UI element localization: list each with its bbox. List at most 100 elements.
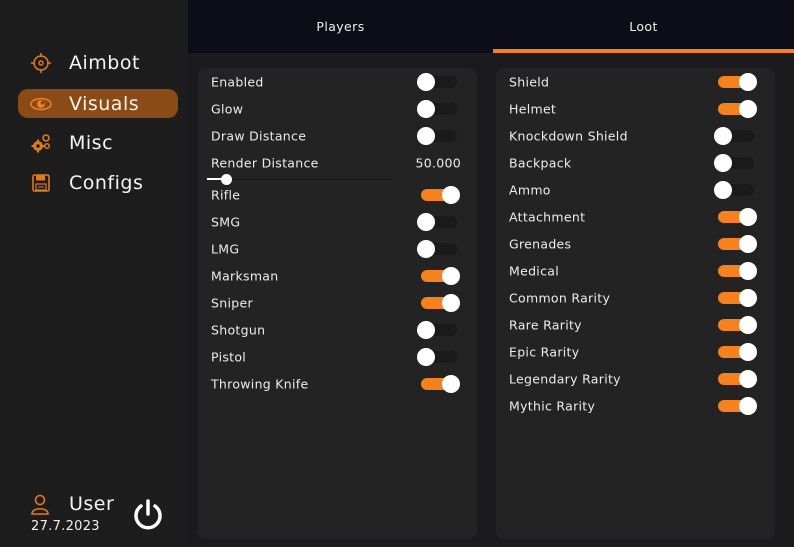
grenades-toggle[interactable] — [714, 234, 757, 254]
loot-settings-panel: Shield Helmet Knockdown Shield Backpack Ammo… — [496, 68, 775, 539]
toggle-row-epic-rarity: Epic Rarity — [496, 338, 775, 365]
tab-label: Players — [316, 19, 365, 34]
toggle-knob — [417, 126, 435, 145]
toggle-knob — [417, 320, 435, 339]
toggle-label: Grenades — [509, 236, 572, 251]
toggle-label: Epic Rarity — [509, 344, 580, 359]
toggle-row-backpack: Backpack — [496, 149, 775, 176]
render-distance-row: Render Distance 50.000 — [198, 149, 477, 176]
gears-icon — [30, 132, 52, 154]
toggle-row-medical: Medical — [496, 257, 775, 284]
toggle-row-rare-rarity: Rare Rarity — [496, 311, 775, 338]
rare-rarity-toggle[interactable] — [714, 315, 757, 335]
sidebar-item-misc[interactable]: Misc — [18, 128, 178, 157]
rifle-toggle[interactable] — [417, 185, 460, 205]
toggle-label: Helmet — [509, 101, 557, 116]
toggle-knob — [739, 234, 757, 253]
shield-toggle[interactable] — [714, 72, 757, 92]
toggle-knob — [442, 293, 460, 312]
sidebar-item-label: Configs — [69, 171, 144, 194]
helmet-toggle[interactable] — [714, 99, 757, 119]
toggle-label: Draw Distance — [211, 128, 307, 143]
common-rarity-toggle[interactable] — [714, 288, 757, 308]
toggle-knob — [442, 266, 460, 285]
toggle-row-shotgun: Shotgun — [198, 316, 477, 343]
ammo-toggle[interactable] — [714, 180, 756, 200]
toggle-label: Marksman — [211, 268, 279, 283]
toggle-knob — [714, 153, 732, 172]
smg-toggle[interactable] — [417, 212, 459, 232]
toggle-label: Enabled — [211, 74, 264, 89]
toggle-knob — [739, 315, 757, 334]
glow-toggle[interactable] — [417, 99, 459, 119]
toggle-label: Glow — [211, 101, 244, 116]
toggle-label: Backpack — [509, 155, 572, 170]
toggle-row-common-rarity: Common Rarity — [496, 284, 775, 311]
pistol-toggle[interactable] — [417, 347, 459, 367]
sniper-toggle[interactable] — [417, 293, 460, 313]
draw-distance-toggle[interactable] — [417, 126, 459, 146]
shotgun-toggle[interactable] — [417, 320, 459, 340]
eye-icon — [30, 93, 52, 115]
throwing-knife-toggle[interactable] — [417, 374, 460, 394]
toggle-label: Rare Rarity — [509, 317, 582, 332]
legendary-rarity-toggle[interactable] — [714, 369, 757, 389]
backpack-toggle[interactable] — [714, 153, 756, 173]
toggle-row-enabled: Enabled — [198, 68, 477, 95]
toggle-row-mythic-rarity: Mythic Rarity — [496, 392, 775, 419]
toggle-row-rifle: Rifle — [198, 181, 477, 208]
toggle-label: Common Rarity — [509, 290, 611, 305]
toggle-knob — [417, 347, 435, 366]
knockdown-shield-toggle[interactable] — [714, 126, 756, 146]
sidebar-item-configs[interactable]: Configs — [18, 168, 178, 197]
players-settings-panel: Enabled Glow Draw Distance Render Distan… — [198, 68, 477, 539]
toggle-knob — [417, 239, 435, 258]
toggle-label: SMG — [211, 214, 241, 229]
toggle-label: Legendary Rarity — [509, 371, 621, 386]
sidebar: Aimbot Visuals Misc Configs User 27.7.20… — [0, 0, 188, 547]
toggle-label: Attachment — [509, 209, 586, 224]
toggle-label: Sniper — [211, 295, 253, 310]
toggle-row-smg: SMG — [198, 208, 477, 235]
toggle-row-throwing-knife: Throwing Knife — [198, 370, 477, 397]
toggle-row-ammo: Ammo — [496, 176, 775, 203]
toggle-knob — [739, 342, 757, 361]
power-button[interactable] — [131, 497, 165, 533]
user-info: User 27.7.2023 — [0, 490, 188, 547]
tab-label: Loot — [629, 19, 658, 34]
toggle-row-legendary-rarity: Legendary Rarity — [496, 365, 775, 392]
crosshair-icon — [30, 52, 52, 74]
medical-toggle[interactable] — [714, 261, 757, 281]
toggle-knob — [417, 99, 435, 118]
toggle-label: LMG — [211, 241, 240, 256]
tab-loot[interactable]: Loot — [493, 0, 794, 53]
toggle-knob — [739, 72, 757, 91]
slider-track — [207, 179, 392, 180]
mythic-rarity-toggle[interactable] — [714, 396, 757, 416]
toggle-label: Medical — [509, 263, 559, 278]
attachment-toggle[interactable] — [714, 207, 757, 227]
sidebar-item-visuals[interactable]: Visuals — [18, 89, 178, 118]
active-tab-indicator — [493, 49, 794, 53]
marksman-toggle[interactable] — [417, 266, 460, 286]
epic-rarity-toggle[interactable] — [714, 342, 757, 362]
lmg-toggle[interactable] — [417, 239, 459, 259]
toggle-knob — [714, 180, 732, 199]
floppy-disk-icon — [30, 172, 52, 194]
toggle-knob — [739, 369, 757, 388]
user-date: 27.7.2023 — [31, 519, 100, 534]
toggle-row-knockdown-shield: Knockdown Shield — [496, 122, 775, 149]
toggle-row-pistol: Pistol — [198, 343, 477, 370]
toggle-row-marksman: Marksman — [198, 262, 477, 289]
tab-players[interactable]: Players — [188, 0, 493, 53]
toggle-label: Ammo — [509, 182, 551, 197]
toggle-knob — [442, 374, 460, 393]
toggle-row-helmet: Helmet — [496, 95, 775, 122]
tab-bar: Players Loot — [188, 0, 794, 53]
toggle-row-sniper: Sniper — [198, 289, 477, 316]
toggle-knob — [417, 212, 435, 231]
enabled-toggle[interactable] — [417, 72, 459, 92]
sidebar-item-label: Aimbot — [69, 51, 140, 74]
sidebar-item-aimbot[interactable]: Aimbot — [18, 48, 178, 77]
toggle-knob — [739, 396, 757, 415]
